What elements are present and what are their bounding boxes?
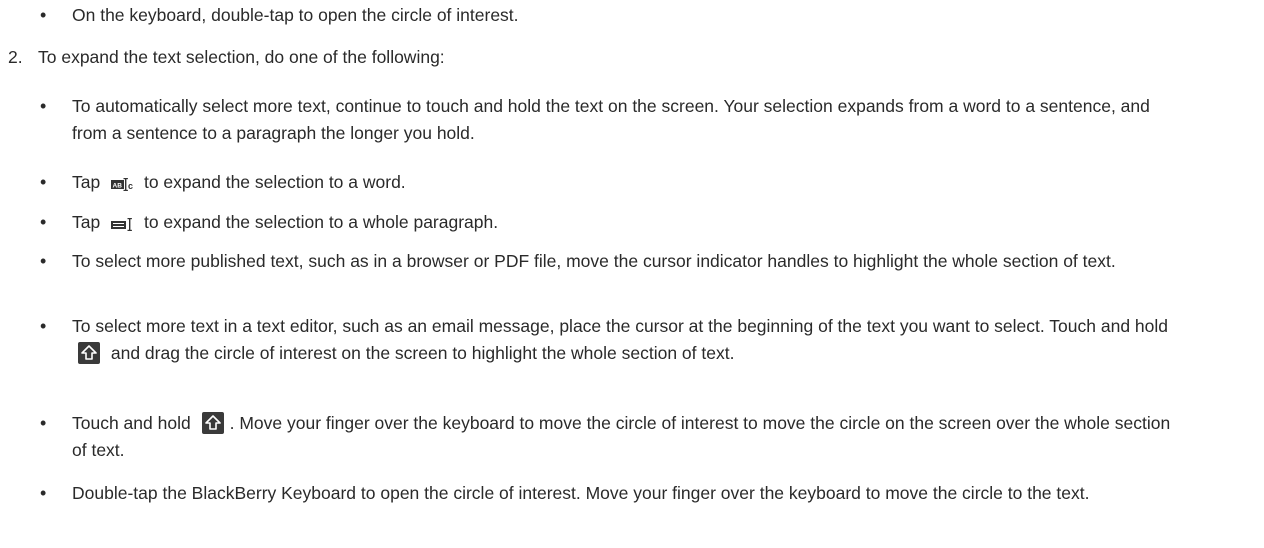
svg-text:c: c — [128, 181, 133, 191]
bullet-text-pre: To select more text in a text editor, su… — [72, 316, 1169, 336]
shift-key-icon — [78, 342, 100, 364]
svg-text:AB: AB — [113, 183, 123, 190]
bullet-text: Touch and hold . Move your finger over t… — [72, 410, 1184, 464]
bullet-text: On the keyboard, double-tap to open the … — [72, 5, 519, 25]
bullet-text: Tap to expand the selection to a whole p… — [72, 209, 1184, 239]
bullet-text-post: and drag the circle of interest on the s… — [110, 343, 735, 363]
bullet-text-post: to expand the selection to a word. — [143, 172, 406, 192]
bullet-dot: • — [40, 483, 47, 503]
bullet-dot: • — [40, 316, 47, 336]
bullet-dot: • — [40, 96, 47, 116]
bullet-text-pre: Tap — [72, 172, 101, 192]
shift-key-icon — [201, 412, 224, 434]
document-page: • On the keyboard, double-tap to open th… — [0, 0, 1264, 548]
bullet-text-pre: Touch and hold — [72, 413, 191, 433]
bullet-text-post: to expand the selection to a whole parag… — [143, 212, 499, 232]
word-select-icon: AB c — [111, 172, 135, 199]
paragraph-select-icon — [111, 212, 135, 239]
bullet-text: Double-tap the BlackBerry Keyboard to op… — [72, 483, 1090, 503]
bullet-text: To select more text in a text editor, su… — [72, 313, 1184, 367]
bullet-text: To select more published text, such as i… — [72, 251, 1116, 271]
step-number: 2. — [8, 47, 23, 67]
step-text: To expand the text selection, do one of … — [38, 47, 445, 67]
bullet-dot: • — [40, 251, 47, 271]
bullet-text-post: . Move your finger over the keyboard to … — [72, 413, 1171, 460]
bullet-dot: • — [40, 212, 47, 232]
bullet-dot: • — [40, 5, 47, 25]
bullet-dot: • — [40, 172, 47, 192]
bullet-text-pre: Tap — [72, 212, 101, 232]
bullet-dot: • — [40, 413, 47, 433]
bullet-text: Tap AB c to expand the selection to a wo… — [72, 169, 1184, 199]
bullet-text: To automatically select more text, conti… — [72, 96, 1150, 143]
